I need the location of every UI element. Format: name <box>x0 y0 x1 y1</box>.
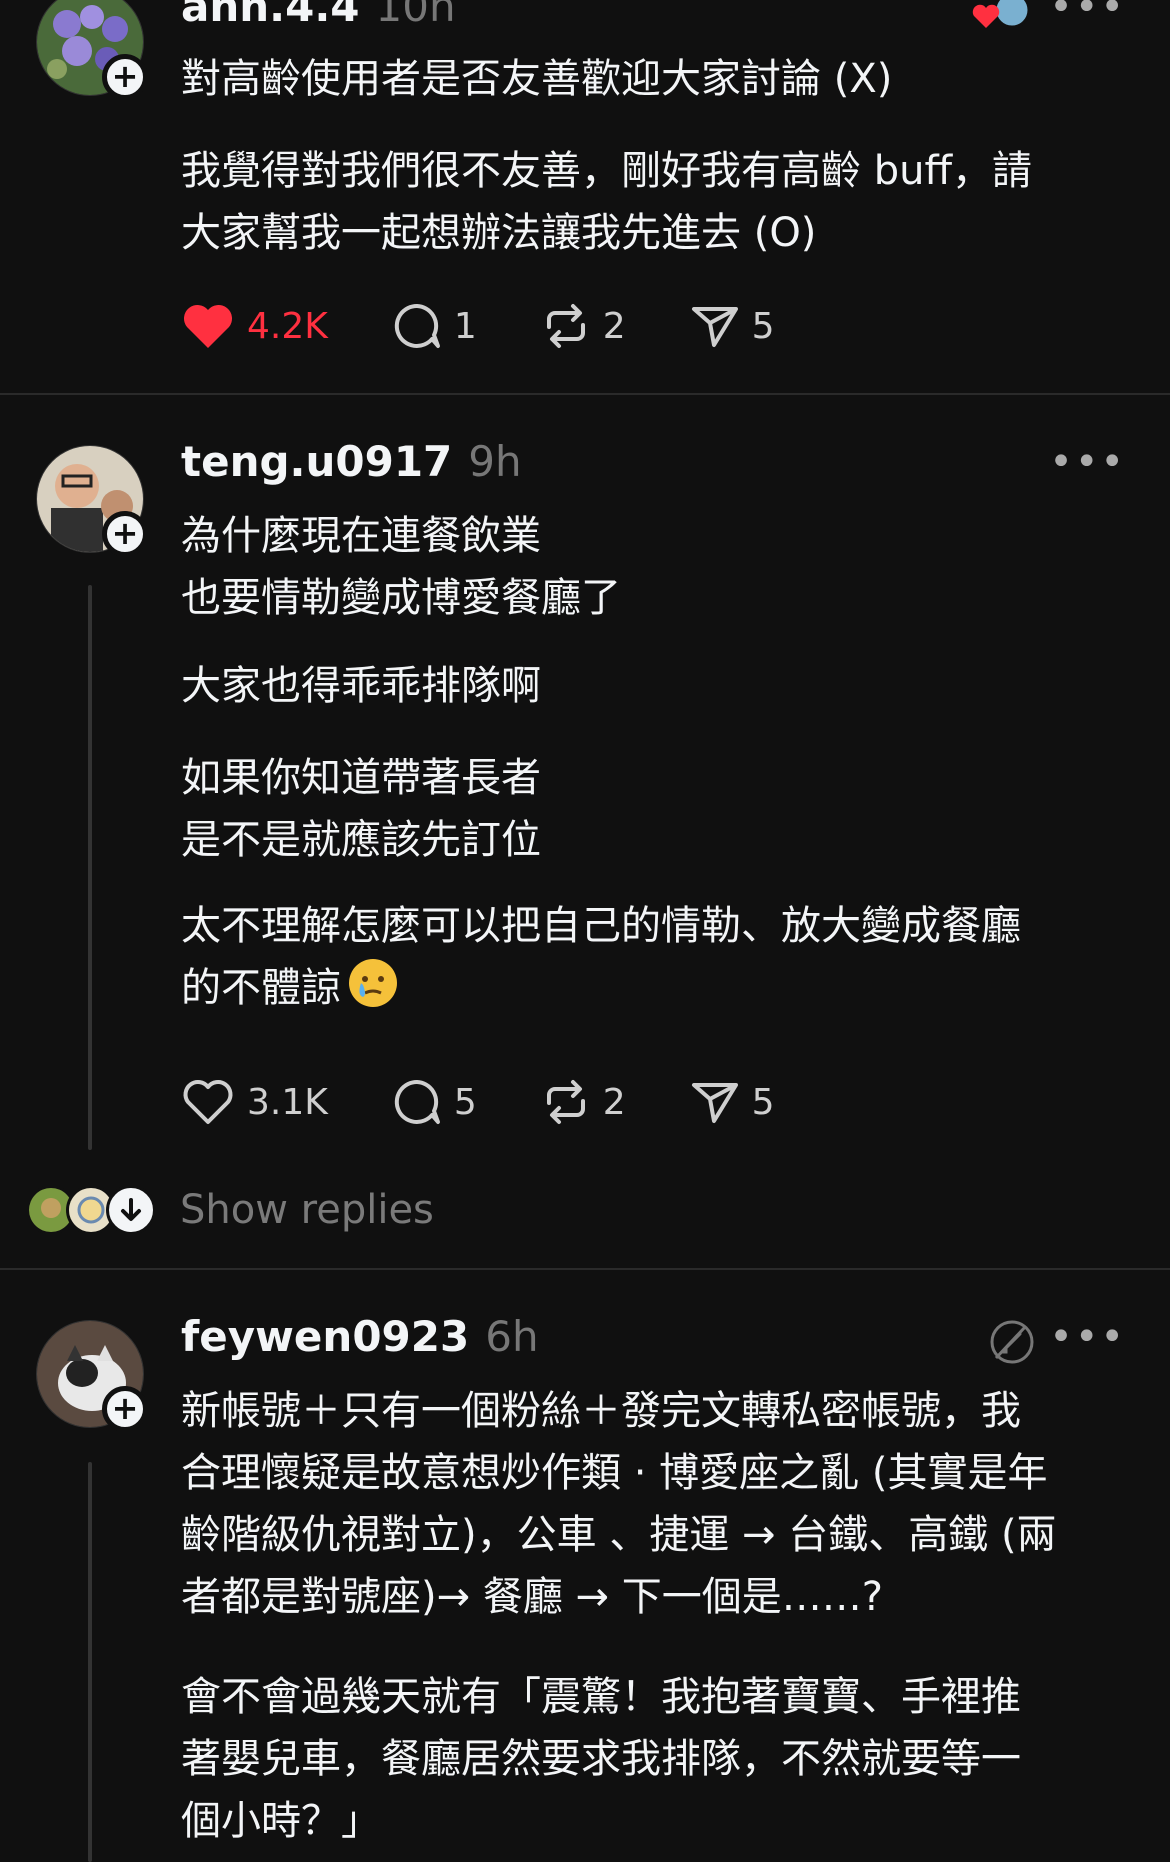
post-paragraph: 太不理解怎麼可以把自己的情勒、放大變成餐廳 的不體諒 <box>181 903 1021 1011</box>
like-button[interactable]: 4.2K <box>181 301 328 351</box>
post-2-actions: 3.1K 5 2 5 <box>181 1072 839 1132</box>
reaction-avatars <box>964 0 1044 36</box>
post-2: + teng.u0917 9h ••• 為什麼現在連餐飲業 也要情勒變成博愛餐廳了… <box>0 395 1170 1265</box>
follow-plus-icon[interactable]: + <box>102 1386 148 1432</box>
post-paragraph: 會不會過幾天就有「震驚！我抱著寶寶、手裡推 著嬰兒車，餐廳居然要求我排隊，不然就… <box>181 1674 1021 1844</box>
post-1: + ann.4.4 10h ••• 對高齡使用者是否友善歡迎大家討論 (X) 我覺… <box>0 0 1170 395</box>
share-count: 5 <box>751 305 775 347</box>
share-button[interactable]: 5 <box>690 1077 775 1127</box>
post-3: + feywen0923 6h ••• 新帳號＋只有一個粉絲＋發完文轉私密帳號，我… <box>0 1270 1170 1862</box>
more-options-icon[interactable]: ••• <box>1049 1314 1126 1360</box>
avatar-teng[interactable]: + <box>36 445 148 557</box>
like-button[interactable]: 3.1K <box>181 1077 328 1127</box>
follow-plus-icon[interactable]: + <box>102 54 148 100</box>
like-count: 4.2K <box>247 305 328 347</box>
post-paragraph: 對高齡使用者是否友善歡迎大家討論 (X) <box>181 56 893 102</box>
share-button[interactable]: 5 <box>690 301 775 351</box>
face-holding-back-tears-icon <box>349 959 397 1007</box>
post-paragraph: 大家也得乖乖排隊啊 <box>181 663 541 709</box>
post-paragraph: 如果你知道帶著長者 是不是就應該先訂位 <box>181 755 541 863</box>
post-username[interactable]: ann.4.4 10h <box>181 0 456 31</box>
no-edit-icon[interactable] <box>988 1318 1036 1370</box>
post-username[interactable]: feywen0923 6h <box>181 1312 539 1361</box>
follow-plus-icon[interactable]: + <box>102 511 148 557</box>
post-paragraph: 為什麼現在連餐飲業 也要情勒變成博愛餐廳了 <box>181 513 621 621</box>
reply-button[interactable]: 5 <box>392 1077 477 1127</box>
heart-outline-icon <box>183 1080 233 1124</box>
comment-icon <box>394 1079 440 1124</box>
share-count: 5 <box>751 1081 775 1123</box>
more-options-icon[interactable]: ••• <box>1049 439 1126 485</box>
thread-line <box>88 1462 92 1862</box>
reply-count: 5 <box>453 1081 477 1123</box>
arrow-down-icon <box>106 1185 156 1235</box>
show-replies-row[interactable]: Show replies <box>26 1180 434 1240</box>
reply-button[interactable]: 1 <box>392 301 477 351</box>
avatar-ann[interactable]: + <box>36 0 148 100</box>
post-time: 6h <box>485 1312 539 1361</box>
heart-filled-icon <box>183 304 233 348</box>
repost-icon <box>546 1080 585 1124</box>
post-time: 9h <box>468 437 522 486</box>
thread-line <box>88 585 92 1150</box>
post-paragraph: 新帳號＋只有一個粉絲＋發完文轉私密帳號，我 合理懷疑是故意想炒作類 · 博愛座之… <box>181 1388 1057 1620</box>
repost-button[interactable]: 2 <box>541 301 626 351</box>
post-paragraph: 我覺得對我們很不友善，剛好我有高齡 buff，請 大家幫我一起想辦法讓我先進去 … <box>181 148 1033 256</box>
comment-icon <box>394 303 440 348</box>
repost-icon <box>546 304 585 348</box>
repost-count: 2 <box>602 1081 626 1123</box>
repost-button[interactable]: 2 <box>541 1077 626 1127</box>
reply-count: 1 <box>453 305 477 347</box>
repost-count: 2 <box>602 305 626 347</box>
send-icon <box>691 307 738 347</box>
show-replies-label: Show replies <box>180 1187 434 1233</box>
send-icon <box>691 1083 738 1123</box>
post-actions: 4.2K 1 2 5 <box>181 296 839 356</box>
like-count: 3.1K <box>247 1081 328 1123</box>
more-options-icon[interactable]: ••• <box>1049 0 1126 30</box>
post-username[interactable]: teng.u0917 9h <box>181 437 522 486</box>
avatar-feywen[interactable]: + <box>36 1320 148 1432</box>
post-time: 10h <box>375 0 456 31</box>
